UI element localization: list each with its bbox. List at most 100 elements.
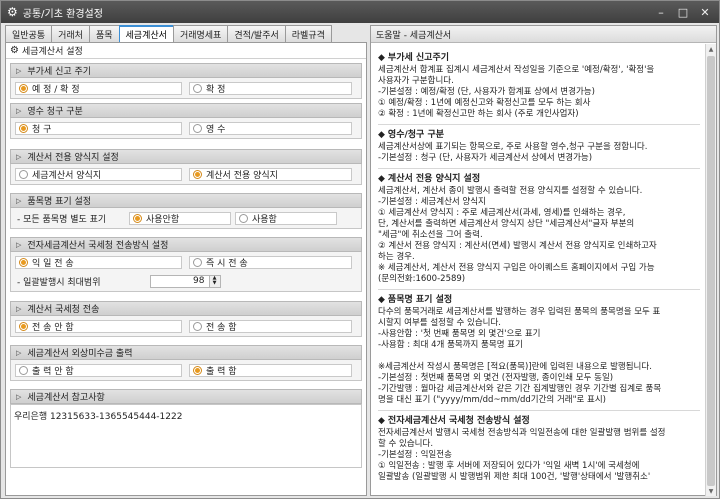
radio-option[interactable]: 사용함 — [235, 211, 337, 225]
option-label: 전 송 함 — [206, 322, 237, 333]
section-header[interactable]: ▷ 부가세 신고 주기 — [10, 63, 362, 78]
section-title: 세금계산서 외상미수금 출력 — [27, 349, 133, 359]
help-heading: ◆ 부가세 신고주기 — [378, 53, 450, 63]
tab-label[interactable]: 라벨규격 — [284, 25, 332, 42]
help-text: 다수의 품목거래로 세금계산서를 발행하는 경우 입력된 품목의 품목명을 모두… — [378, 307, 662, 405]
radio-option[interactable]: 영 수 — [189, 121, 352, 135]
memo-textarea[interactable]: 우리은행 12315633-1365545444-1222 — [10, 404, 362, 468]
help-pane: 도움말 - 세금계산서 ◆ 부가세 신고주기 세금계산서 합계표 집계시 세금계산… — [370, 25, 717, 496]
radio-option[interactable]: 확 정 — [189, 81, 352, 95]
tab-transaction-statement[interactable]: 거래명세표 — [172, 25, 229, 42]
radio-option[interactable]: 청 구 — [15, 121, 182, 135]
tab-item[interactable]: 품목 — [88, 25, 120, 42]
option-label: 사용함 — [252, 214, 277, 225]
section-e-tax-transfer: ▷ 전자세금계산서 국세청 전송방식 설정 익 일 전 송 즉 시 전 송 - 일… — [10, 237, 362, 292]
section-header[interactable]: ▷ 품목명 표기 설정 — [10, 193, 362, 208]
tab-bar: 일반공통 거래처 품목 세금계산서 거래명세표 견적/발주서 라벨규격 — [5, 25, 332, 42]
radio-button[interactable] — [193, 123, 202, 133]
radio-option[interactable]: 출 력 안 함 — [15, 363, 182, 377]
radio-option[interactable]: 계산서 전용 양식지 — [189, 167, 352, 181]
section-form: ▷ 계산서 전용 양식지 설정 세금계산서 양식지 계산서 전용 양식지 — [10, 149, 362, 185]
radio-option[interactable]: 전 송 안 함 — [15, 319, 182, 333]
minimize-button[interactable]: – — [651, 4, 671, 20]
option-label: 전 송 안 함 — [32, 322, 74, 333]
radio-button[interactable] — [239, 213, 248, 223]
radio-button[interactable] — [19, 169, 28, 179]
radio-option[interactable]: 사용안함 — [129, 211, 231, 225]
radio-button[interactable] — [193, 83, 202, 93]
radio-button[interactable] — [193, 169, 202, 179]
collapse-triangle-icon: ▷ — [16, 152, 22, 161]
section-header[interactable]: ▷ 계산서 전용 양식지 설정 — [10, 149, 362, 164]
option-label: 즉 시 전 송 — [206, 258, 248, 269]
option-label: 청 구 — [32, 124, 52, 135]
option-label: 사용안함 — [146, 214, 180, 225]
radio-option[interactable]: 익 일 전 송 — [15, 255, 182, 269]
section-title: 품목명 표기 설정 — [27, 197, 92, 207]
section-title: 부가세 신고 주기 — [27, 67, 92, 77]
scroll-thumb[interactable] — [707, 56, 715, 486]
radio-option[interactable]: 세금계산서 양식지 — [15, 167, 182, 181]
radio-button[interactable] — [19, 123, 28, 133]
tab-quote-order[interactable]: 견적/발주서 — [227, 25, 286, 42]
collapse-triangle-icon: ▷ — [16, 66, 22, 75]
window-title: 공통/기초 환경설정 — [22, 8, 103, 20]
radio-option[interactable]: 출 력 함 — [189, 363, 352, 377]
batch-limit-input[interactable]: 98 — [149, 274, 210, 288]
help-scrollbar[interactable]: ▲ ▼ — [705, 44, 716, 496]
help-heading: ◆ 품목명 표기 설정 — [378, 295, 453, 305]
section-memo: ▷ 세금계산서 참고사항 우리은행 12315633-1365545444-122… — [10, 389, 362, 468]
settings-pane: 일반공통 거래처 품목 세금계산서 거래명세표 견적/발주서 라벨규격 ⚙ 세금… — [5, 25, 367, 496]
section-title: 계산서 전용 양식지 설정 — [27, 153, 119, 163]
help-text: 세금계산서상에 표기되는 항목으로, 주로 사용할 영수,청구 구분을 정합니다… — [378, 142, 648, 163]
collapse-triangle-icon: ▷ — [16, 240, 22, 249]
tab-customer[interactable]: 거래처 — [51, 25, 90, 42]
section-header[interactable]: ▷ 세금계산서 참고사항 — [10, 389, 362, 404]
scroll-down-icon[interactable]: ▼ — [706, 486, 716, 496]
panel-header: ⚙ 세금계산서 설정 — [6, 43, 366, 59]
section-item-name: ▷ 품목명 표기 설정 - 모든 품목명 별도 표기 사용안함 사용함 — [10, 193, 362, 229]
title-bar: ⚙ 공통/기초 환경설정 – □ ✕ — [1, 1, 719, 23]
tab-tax-invoice[interactable]: 세금계산서 — [118, 25, 174, 42]
batch-limit-spinner[interactable]: ▲ ▼ — [209, 274, 221, 288]
scroll-up-icon[interactable]: ▲ — [706, 44, 716, 54]
help-text: 세금계산서, 계산서 종이 발행시 출력할 전용 양식지를 설정할 수 있습니다… — [378, 186, 657, 284]
help-header: 도움말 - 세금계산서 — [371, 26, 716, 43]
radio-button[interactable] — [193, 365, 202, 375]
close-button[interactable]: ✕ — [695, 4, 715, 20]
spin-down-icon[interactable]: ▼ — [213, 281, 217, 286]
radio-button[interactable] — [19, 365, 28, 375]
section-title: 계산서 국세청 전송 — [27, 305, 100, 315]
option-label: 출 력 안 함 — [32, 366, 74, 377]
radio-button[interactable] — [19, 83, 28, 93]
option-label: 출 력 함 — [206, 366, 237, 377]
help-heading: ◆ 영수/청구 구분 — [378, 130, 445, 140]
section-title: 전자세금계산서 국세청 전송방식 설정 — [27, 241, 169, 251]
radio-button[interactable] — [133, 213, 142, 223]
section-receivable-print: ▷ 세금계산서 외상미수금 출력 출 력 안 함 출 력 함 — [10, 345, 362, 381]
help-heading: ◆ 전자세금계산서 국세청 전송방식 설정 — [378, 416, 530, 426]
radio-button[interactable] — [193, 257, 202, 267]
collapse-triangle-icon: ▷ — [16, 196, 22, 205]
gear-icon: ⚙ — [10, 45, 19, 56]
collapse-triangle-icon: ▷ — [16, 304, 22, 313]
collapse-triangle-icon: ▷ — [16, 348, 22, 357]
option-label: 영 수 — [206, 124, 226, 135]
tab-general[interactable]: 일반공통 — [5, 25, 53, 42]
help-text: 전자세금계산서 발행시 국세청 전송방식과 익일전송에 대한 일괄발행 범위를 … — [378, 428, 666, 482]
section-nts-transfer: ▷ 계산서 국세청 전송 전 송 안 함 전 송 함 — [10, 301, 362, 337]
radio-button[interactable] — [19, 257, 28, 267]
section-header[interactable]: ▷ 전자세금계산서 국세청 전송방식 설정 — [10, 237, 362, 252]
radio-button[interactable] — [19, 321, 28, 331]
section-title: 세금계산서 참고사항 — [27, 393, 105, 403]
radio-option[interactable]: 즉 시 전 송 — [189, 255, 352, 269]
option-label: 확 정 — [206, 84, 226, 95]
section-header[interactable]: ▷ 계산서 국세청 전송 — [10, 301, 362, 316]
item-name-label: - 모든 품목명 별도 표기 — [17, 214, 107, 225]
radio-option[interactable]: 전 송 함 — [189, 319, 352, 333]
section-header[interactable]: ▷ 세금계산서 외상미수금 출력 — [10, 345, 362, 360]
section-header[interactable]: ▷ 영수 청구 구분 — [10, 103, 362, 118]
maximize-button[interactable]: □ — [673, 4, 693, 20]
radio-button[interactable] — [193, 321, 202, 331]
radio-option[interactable]: 예 정 / 확 정 — [15, 81, 182, 95]
